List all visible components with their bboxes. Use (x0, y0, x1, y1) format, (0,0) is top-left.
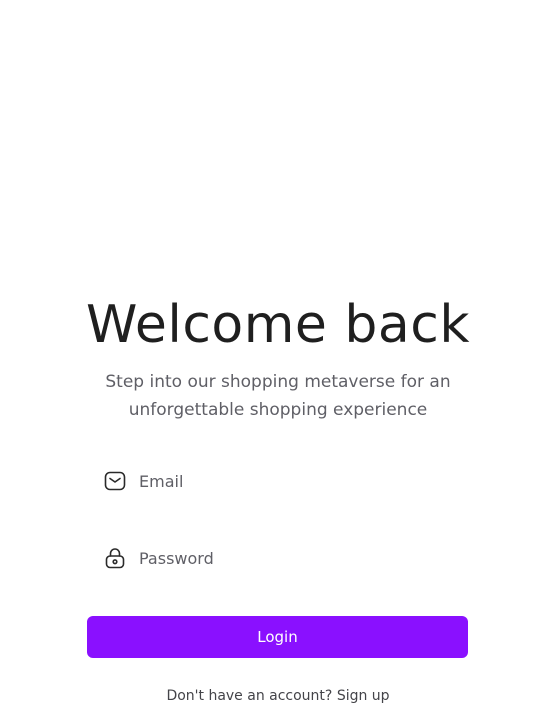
email-input[interactable] (139, 469, 439, 493)
password-input[interactable] (139, 546, 439, 570)
signup-link[interactable]: Sign up (337, 688, 390, 704)
email-field-row (103, 467, 463, 495)
password-field-row (103, 544, 463, 572)
signup-prompt-text: Don't have an account? (166, 688, 333, 704)
mail-icon (103, 469, 127, 493)
page-subtitle: Step into our shopping metaverse for an … (105, 372, 451, 420)
page-title: Welcome back (86, 295, 470, 355)
login-button[interactable]: Login (87, 616, 468, 658)
signup-prompt: Don't have an account? Sign up (0, 688, 556, 704)
lock-icon (103, 546, 127, 570)
